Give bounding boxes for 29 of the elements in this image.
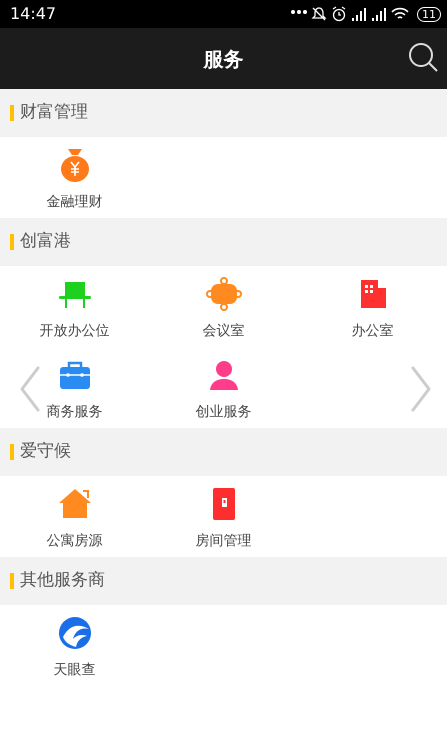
alarm-clock-icon (331, 6, 347, 22)
status-time: 14:47 (10, 3, 56, 25)
accent-bar (10, 573, 14, 589)
search-button[interactable] (407, 41, 439, 73)
service-item[interactable]: 公寓房源 (0, 476, 149, 557)
service-item[interactable]: 房间管理 (149, 476, 298, 557)
section-title: 其他服务商 (20, 569, 105, 592)
meeting-table-icon (206, 276, 242, 312)
accent-bar (10, 105, 14, 121)
section-title: 爱守候 (20, 440, 71, 464)
service-item[interactable]: 办公室 (298, 266, 447, 347)
bell-off-icon (311, 6, 327, 22)
service-item[interactable]: 商务服务 (0, 347, 149, 428)
page-title: 服务 (204, 46, 244, 72)
wave-logo-icon (56, 615, 92, 651)
battery-indicator: 11 (417, 6, 441, 22)
signal-icon (371, 7, 387, 21)
wifi-icon (391, 7, 409, 21)
section-title: 创富港 (20, 230, 71, 254)
signal-icon (351, 7, 367, 21)
service-item[interactable]: 创业服务 (149, 347, 298, 428)
service-item[interactable]: 开放办公位 (0, 266, 149, 347)
accent-bar (10, 234, 14, 250)
more-icon (291, 10, 307, 14)
service-item[interactable]: 金融理财 (0, 137, 149, 218)
accent-bar (10, 444, 14, 460)
service-item[interactable]: 会议室 (149, 266, 298, 347)
section-title: 财富管理 (20, 101, 88, 124)
service-item[interactable]: 天眼查 (0, 605, 149, 686)
